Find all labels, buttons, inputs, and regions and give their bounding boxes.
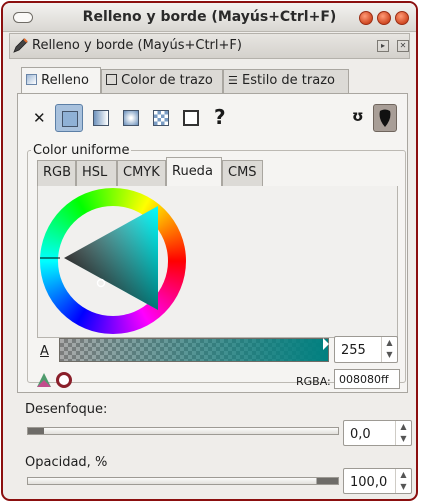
opacity-slider[interactable] — [27, 477, 339, 485]
color-triangle[interactable] — [40, 188, 186, 334]
spin-arrows-icon[interactable]: ▲ ▼ — [395, 421, 411, 445]
flat-color-button[interactable] — [55, 104, 83, 132]
rgba-value: 008080ff — [339, 373, 389, 386]
tab-fill-label: Relleno — [41, 73, 90, 88]
linear-gradient-icon — [93, 110, 109, 126]
rgba-input[interactable]: 008080ff — [334, 369, 400, 389]
radial-gradient-button[interactable] — [117, 104, 145, 132]
spin-arrows-icon[interactable]: ▲ ▼ — [395, 469, 411, 493]
fill-swatch-icon — [26, 74, 37, 85]
tab-hsl-label: HSL — [82, 165, 108, 180]
opacity-label: Opacidad, % — [25, 455, 108, 470]
tab-cmyk[interactable]: CMYK — [117, 160, 166, 186]
no-paint-icon: ✕ — [33, 109, 46, 127]
pattern-icon — [153, 110, 169, 126]
evenodd-icon: ʊ — [352, 107, 364, 125]
nonzero-icon — [379, 109, 391, 127]
alpha-spinbox[interactable]: 255 ▲ ▼ — [334, 336, 398, 363]
maximize-button[interactable] — [377, 11, 391, 25]
tab-rgb[interactable]: RGB — [37, 160, 76, 186]
tab-stroke-paint[interactable]: Color de trazo — [101, 69, 223, 93]
opacity-spinbox[interactable]: 100,0 ▲ ▼ — [343, 468, 412, 494]
tab-stroke-paint-label: Color de trazo — [121, 73, 213, 88]
fill-type-row: ✕ ? ʊ — [25, 104, 410, 134]
spin-arrows-icon[interactable]: ▲ ▼ — [381, 337, 397, 362]
alpha-slider[interactable] — [59, 338, 329, 362]
tab-stroke-style[interactable]: ☰ Estilo de trazo — [223, 69, 349, 93]
color-wheel[interactable] — [40, 188, 186, 334]
alpha-value: 255 — [341, 343, 366, 358]
tab-wheel-label: Rueda — [172, 164, 213, 179]
radial-gradient-icon — [123, 110, 139, 126]
stroke-style-icon: ☰ — [228, 74, 238, 87]
color-group-label: Color uniforme — [31, 143, 132, 158]
tab-wheel[interactable]: Rueda — [166, 157, 222, 186]
tab-rgb-label: RGB — [43, 165, 72, 180]
color-marker-icon — [96, 278, 106, 288]
blur-spinbox[interactable]: 0,0 ▲ ▼ — [343, 420, 412, 446]
fill-stroke-icon — [13, 37, 29, 56]
tab-cms-label: CMS — [228, 165, 257, 180]
minimize-button[interactable] — [359, 11, 373, 25]
opacity-slider-fill — [28, 478, 338, 484]
dock-header[interactable]: Relleno y borde (Mayús+Ctrl+F) ▸ ✕ — [9, 33, 410, 59]
unset-paint-icon: ? — [214, 105, 226, 129]
tab-cmyk-label: CMYK — [123, 165, 160, 180]
tab-fill[interactable]: Relleno — [21, 67, 101, 93]
tab-stroke-style-label: Estilo de trazo — [242, 73, 335, 88]
dock-iconify-icon[interactable]: ▸ — [377, 40, 389, 52]
blur-label: Desenfoque: — [25, 402, 108, 417]
blur-slider-fill — [28, 428, 44, 434]
blur-value: 0,0 — [350, 427, 371, 442]
alpha-slider-handle-icon[interactable] — [323, 338, 329, 350]
color-wheel-panel — [37, 186, 398, 338]
alpha-label: A — [40, 344, 49, 359]
alpha-row: A 255 ▲ ▼ — [37, 336, 398, 366]
pattern-button[interactable] — [147, 104, 175, 132]
opacity-value: 100,0 — [350, 475, 388, 490]
tab-cms[interactable]: CMS — [222, 160, 263, 186]
close-button[interactable] — [395, 11, 409, 25]
rgba-label: RGBA: — [296, 375, 331, 388]
stroke-swatch-icon — [106, 74, 117, 85]
window-title: Relleno y borde (Mayús+Ctrl+F) — [82, 9, 337, 25]
tab-hsl[interactable]: HSL — [76, 160, 117, 186]
swatch-button[interactable] — [177, 104, 205, 132]
no-paint-button[interactable]: ✕ — [25, 104, 53, 132]
out-of-gamut-icon — [56, 372, 72, 388]
flat-color-icon — [62, 111, 78, 127]
blur-slider[interactable] — [27, 427, 339, 435]
unset-paint-button[interactable]: ? — [207, 104, 235, 132]
fill-rule-evenodd-button[interactable]: ʊ — [347, 104, 371, 132]
dock-title: Relleno y borde (Mayús+Ctrl+F) — [32, 38, 242, 53]
linear-gradient-button[interactable] — [87, 104, 115, 132]
title-bar[interactable]: Relleno y borde (Mayús+Ctrl+F) — [3, 3, 416, 32]
swatch-icon — [183, 110, 199, 126]
fill-rule-nonzero-button[interactable] — [373, 104, 397, 132]
fill-stroke-window: Relleno y borde (Mayús+Ctrl+F) Relleno y… — [1, 1, 418, 501]
color-managed-icon — [36, 372, 52, 388]
dock-close-icon[interactable]: ✕ — [397, 40, 409, 52]
